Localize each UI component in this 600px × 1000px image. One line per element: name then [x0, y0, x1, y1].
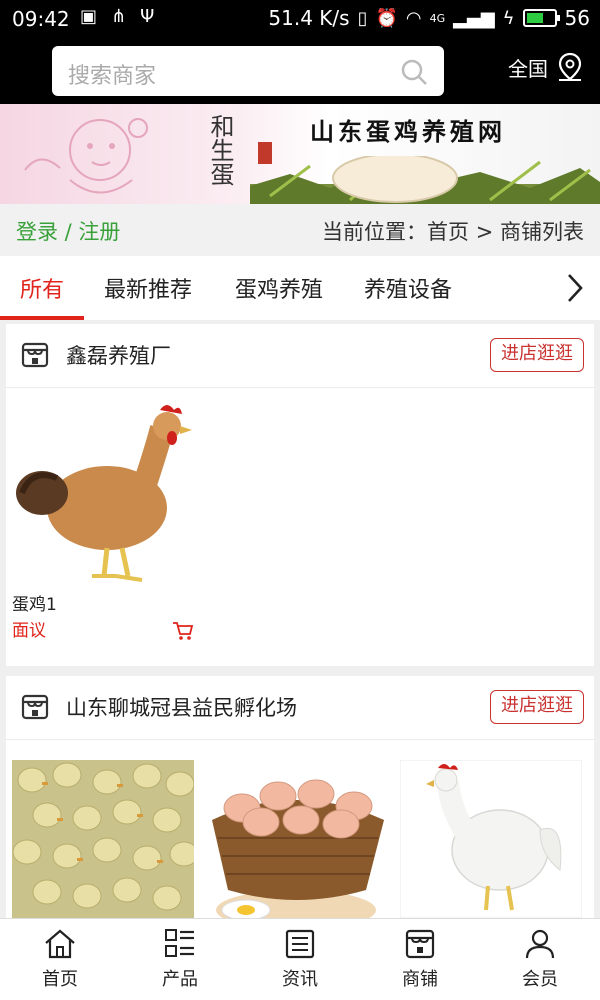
shop-card: 鑫磊养殖厂 进店逛逛 蛋鸡1 面议: [6, 324, 594, 666]
location-bar: 登录 / 注册 当前位置：首页 > 商铺列表: [0, 204, 600, 256]
usb-icon: Ψ: [140, 6, 155, 27]
product-card[interactable]: [206, 760, 388, 918]
store-icon: [21, 694, 49, 720]
nav-news[interactable]: 资讯: [240, 927, 360, 991]
grid-icon: [165, 929, 194, 957]
signal-icon: ▂▄▆: [453, 7, 495, 29]
image-icon: ▣: [80, 6, 98, 27]
notification-icons: ▣ ⋔ Ψ: [80, 6, 154, 27]
tab-layer-farming[interactable]: 蛋鸡养殖: [235, 272, 323, 304]
cart-icon[interactable]: [172, 620, 194, 642]
banner-title: 山东蛋鸡养殖网: [310, 117, 506, 146]
visit-store-button[interactable]: 进店逛逛: [490, 338, 584, 372]
nav-stores-label: 商铺: [402, 969, 438, 990]
nav-home[interactable]: 首页: [0, 927, 120, 991]
status-bar: 09:42 ▣ ⋔ Ψ 51.4 K/s ▯ ⏰ ◠ 4G ▂▄▆ ϟ 56: [0, 0, 600, 38]
product-card[interactable]: 蛋鸡1 面议: [12, 398, 194, 658]
shop-header[interactable]: 山东聊城冠县益民孵化场 进店逛逛: [6, 676, 594, 740]
vibrate-icon: ▯: [357, 7, 368, 29]
net-speed: 51.4 K/s: [268, 6, 350, 30]
home-icon: [45, 929, 75, 959]
tab-equipment[interactable]: 养殖设备: [364, 272, 452, 304]
kid-illustration: [24, 118, 148, 194]
user-icon: [525, 929, 555, 959]
product-image-white-hen[interactable]: [400, 760, 582, 918]
network-type: 4G: [429, 11, 446, 25]
product-name[interactable]: 蛋鸡1: [12, 590, 57, 615]
news-icon: [285, 929, 315, 959]
nav-products[interactable]: 产品: [120, 927, 240, 991]
product-image-hen[interactable]: [12, 398, 192, 588]
search-icon[interactable]: [400, 58, 428, 86]
location-pin-icon: [558, 52, 582, 81]
battery-level: 56: [564, 6, 590, 30]
shop-name[interactable]: 山东聊城冠县益民孵化场: [66, 692, 297, 722]
battery-icon: [522, 9, 560, 27]
nav-member-label: 会员: [522, 969, 558, 990]
shop-card: 山东聊城冠县益民孵化场 进店逛逛: [6, 676, 594, 918]
wifi-icon: ◠: [405, 7, 422, 29]
category-tabs: 所有 最新推荐 蛋鸡养殖 养殖设备: [0, 256, 600, 320]
alarm-icon: ⏰: [375, 7, 398, 29]
product-image-eggs-basket[interactable]: [206, 760, 388, 918]
search-input[interactable]: 搜索商家: [52, 46, 444, 96]
nav-products-label: 产品: [162, 969, 198, 990]
tab-all[interactable]: 所有: [20, 272, 64, 304]
share-icon: ⋔: [111, 6, 127, 27]
store-icon: [21, 342, 49, 368]
nest-egg-illustration: [250, 156, 600, 204]
tab-latest[interactable]: 最新推荐: [104, 272, 192, 304]
breadcrumb: 当前位置：首页 > 商铺列表: [322, 220, 584, 244]
banner-brand: 和生蛋: [206, 114, 234, 186]
active-tab-indicator: [0, 316, 84, 320]
store-icon: [405, 929, 435, 959]
bottom-nav: 首页 产品 资讯 商铺 会员: [0, 918, 600, 1000]
search-header: 搜索商家 全国: [0, 38, 600, 104]
shop-name[interactable]: 鑫磊养殖厂: [66, 340, 171, 370]
nav-home-label: 首页: [42, 969, 78, 990]
product-card[interactable]: [12, 760, 194, 918]
product-price: 面议: [12, 621, 46, 641]
visit-store-button[interactable]: 进店逛逛: [490, 690, 584, 724]
region-label: 全国: [508, 56, 548, 81]
search-placeholder: 搜索商家: [68, 64, 157, 89]
product-card[interactable]: [400, 760, 582, 918]
status-right: 51.4 K/s ▯ ⏰ ◠ 4G ▂▄▆ ϟ 56: [268, 6, 590, 30]
login-register-link[interactable]: 登录 / 注册: [16, 216, 120, 246]
charging-icon: ϟ: [502, 7, 515, 29]
product-image-ducklings[interactable]: [12, 760, 194, 918]
status-time: 09:42: [12, 7, 70, 31]
promo-banner[interactable]: 和生蛋 山东蛋鸡养殖网: [0, 104, 600, 204]
nav-news-label: 资讯: [282, 969, 318, 990]
nav-stores[interactable]: 商铺: [360, 927, 480, 991]
chevron-right-icon[interactable]: [564, 272, 586, 304]
nav-member[interactable]: 会员: [480, 927, 600, 991]
shop-header[interactable]: 鑫磊养殖厂 进店逛逛: [6, 324, 594, 388]
region-selector[interactable]: 全国: [508, 52, 584, 82]
